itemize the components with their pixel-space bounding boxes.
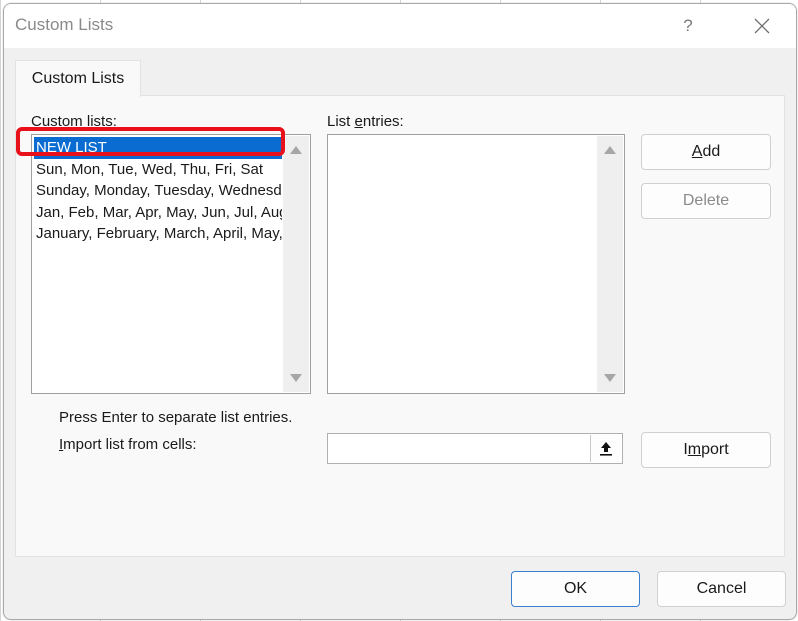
- custom-lists-dialog: Custom Lists ? Custom Lists Custom lists…: [3, 3, 797, 620]
- list-entries-scrollbar[interactable]: [597, 136, 623, 392]
- tab-panel: Custom lists: NEW LIST Sun, Mon, Tue, We…: [15, 95, 785, 557]
- list-item-new-list[interactable]: NEW LIST: [34, 137, 282, 159]
- cancel-button[interactable]: Cancel: [657, 571, 786, 607]
- custom-lists-scrollbar[interactable]: [283, 136, 309, 392]
- add-button[interactable]: Add: [641, 134, 771, 170]
- list-entries-label: List entries:: [327, 113, 404, 130]
- collapse-dialog-arrow-up-icon: [600, 441, 612, 456]
- scroll-down-arrow-icon[interactable]: [290, 374, 302, 382]
- list-item[interactable]: Sunday, Monday, Tuesday, Wednesday, Thur…: [34, 180, 282, 202]
- custom-lists-label: Custom lists:: [31, 113, 117, 130]
- tab-custom-lists[interactable]: Custom Lists: [15, 60, 141, 97]
- import-button[interactable]: Im port: [641, 432, 771, 468]
- help-button[interactable]: ?: [668, 10, 708, 42]
- list-entries-textbox[interactable]: [327, 134, 625, 394]
- help-icon: ?: [683, 16, 693, 35]
- title-bar: Custom Lists ?: [4, 4, 796, 48]
- custom-lists-items: NEW LIST Sun, Mon, Tue, Wed, Thu, Fri, S…: [34, 137, 282, 391]
- delete-button[interactable]: Delete: [641, 183, 771, 219]
- dialog-title: Custom Lists: [15, 15, 114, 34]
- custom-lists-listbox[interactable]: NEW LIST Sun, Mon, Tue, Wed, Thu, Fri, S…: [31, 134, 311, 394]
- scroll-up-arrow-icon[interactable]: [290, 146, 302, 154]
- list-item[interactable]: Sun, Mon, Tue, Wed, Thu, Fri, Sat: [34, 159, 282, 181]
- hint-text: Press Enter to separate list entries.: [59, 409, 293, 426]
- scroll-down-arrow-icon[interactable]: [604, 374, 616, 382]
- import-range-field[interactable]: [327, 433, 623, 464]
- close-icon: [754, 18, 770, 34]
- list-item[interactable]: Jan, Feb, Mar, Apr, May, Jun, Jul, Aug, …: [34, 202, 282, 224]
- collapse-dialog-button[interactable]: [590, 435, 621, 462]
- list-item[interactable]: January, February, March, April, May, Ju…: [34, 223, 282, 245]
- import-list-label: Import list from cells:: [59, 436, 197, 453]
- scroll-up-arrow-icon[interactable]: [604, 146, 616, 154]
- ok-button[interactable]: OK: [511, 571, 640, 607]
- import-range-input[interactable]: [328, 434, 598, 463]
- close-button[interactable]: [742, 10, 782, 42]
